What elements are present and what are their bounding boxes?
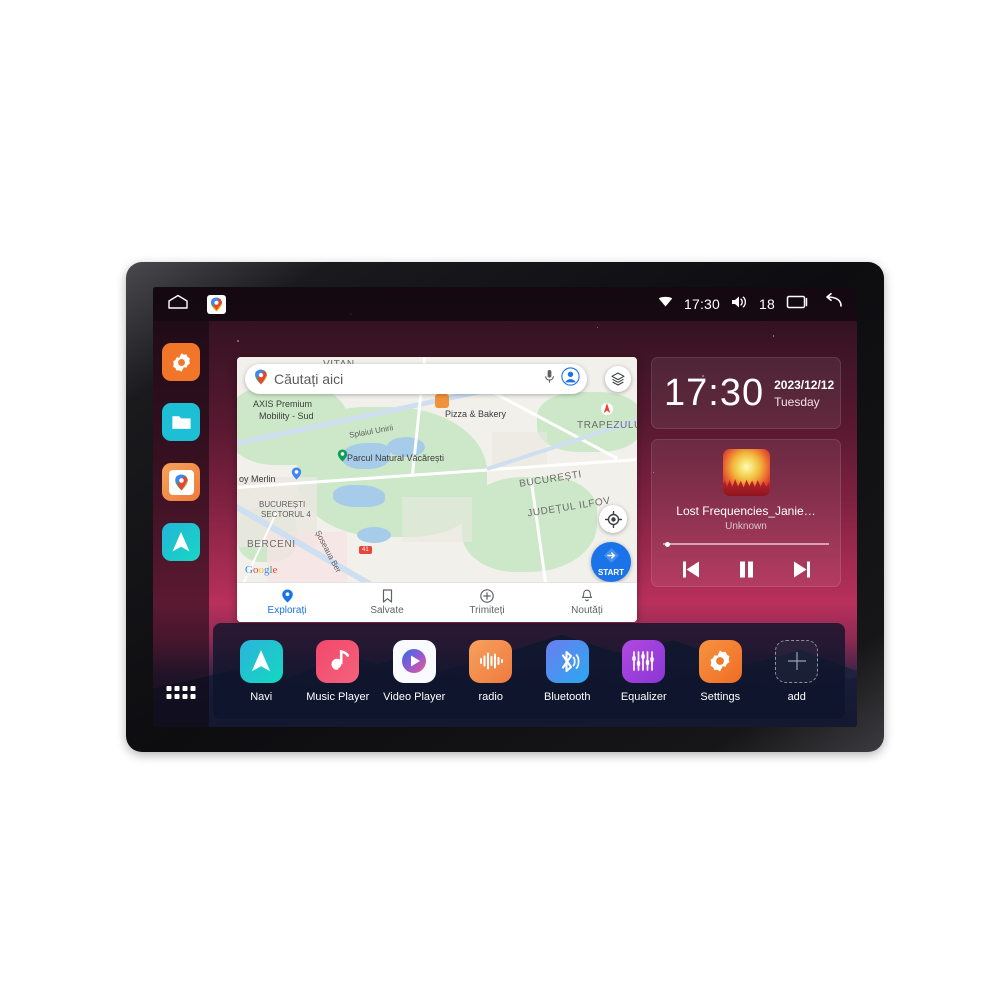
map-label: BUCUREȘTI — [259, 500, 306, 509]
recents-icon[interactable] — [786, 294, 808, 315]
clock-widget[interactable]: 17:30 2023/12/12 Tuesday — [651, 357, 841, 429]
app-grid-icon[interactable] — [166, 686, 196, 699]
screen: 17:30 18 41 AXIS Premium Mobility - Sud … — [153, 287, 857, 727]
dock-app-video-player[interactable]: Video Player — [379, 639, 449, 703]
wifi-icon — [658, 295, 673, 313]
dock-app-add[interactable]: add — [762, 639, 832, 703]
maps-pin-icon — [254, 369, 268, 390]
sidebar-item-navi[interactable] — [162, 523, 200, 561]
home-icon[interactable] — [167, 294, 189, 315]
dock-app-equalizer[interactable]: Equalizer — [609, 639, 679, 703]
map-bottom-nav: Explorați Salvate Trimiteți Noutăți — [237, 582, 637, 622]
layers-icon[interactable] — [605, 366, 631, 392]
dock-app-music-player[interactable]: Music Player — [303, 639, 373, 703]
map-nav-updates[interactable]: Noutăți — [537, 589, 637, 616]
gear-icon[interactable] — [698, 639, 742, 683]
clock-time: 17:30 — [664, 372, 765, 414]
sidebar-item-settings[interactable] — [162, 343, 200, 381]
skip-next-icon[interactable] — [792, 560, 813, 584]
dock-app-navi[interactable]: Navi — [226, 639, 296, 703]
microphone-icon[interactable] — [544, 369, 555, 389]
music-note-icon[interactable] — [316, 639, 360, 683]
plus-dashed-icon[interactable] — [775, 639, 819, 683]
dock-label: Equalizer — [620, 690, 667, 703]
track-title: Lost Frequencies_Janie… — [676, 504, 816, 518]
map-label: oy Merlin — [239, 474, 276, 484]
clock-day: Tuesday — [774, 394, 820, 409]
road-shield-badge: 41 — [359, 546, 372, 554]
map-nav-contribute[interactable]: Trimiteți — [437, 589, 537, 616]
app-dock: Navi Music Player Video Player radio Blu… — [213, 623, 845, 719]
bluetooth-icon[interactable] — [545, 639, 589, 683]
map-label: Mobility - Sud — [259, 411, 314, 421]
poi-store-marker[interactable] — [291, 467, 302, 485]
volume-value: 18 — [759, 296, 775, 312]
left-sidebar — [153, 321, 209, 727]
back-icon[interactable] — [819, 293, 843, 315]
map-nav-saved[interactable]: Salvate — [337, 589, 437, 616]
dock-label: Bluetooth — [544, 690, 591, 703]
google-maps-icon[interactable] — [207, 294, 226, 314]
volume-icon[interactable] — [731, 295, 748, 314]
navigation-diamond-icon — [603, 547, 620, 569]
dock-label: add — [787, 690, 806, 703]
map-label: Pizza & Bakery — [445, 409, 507, 419]
map-search-bar[interactable]: Căutați aici — [245, 364, 587, 394]
dock-app-radio[interactable]: radio — [456, 639, 526, 703]
status-time: 17:30 — [683, 296, 721, 312]
play-circle-icon[interactable] — [392, 639, 436, 683]
map-label: Parcul Natural Văcărești — [347, 453, 445, 463]
pause-icon[interactable] — [737, 560, 756, 584]
start-navigation-button[interactable]: START — [591, 542, 631, 582]
google-watermark: Google — [245, 564, 278, 576]
account-avatar-icon[interactable] — [561, 367, 580, 391]
dock-label: Navi — [250, 690, 273, 703]
navigation-position-marker — [601, 401, 613, 422]
dock-app-bluetooth[interactable]: Bluetooth — [532, 639, 602, 703]
map-nav-label: Explorați — [267, 605, 307, 616]
map-nav-label: Trimiteți — [469, 605, 505, 616]
album-art — [722, 449, 770, 496]
map-nav-explore[interactable]: Explorați — [237, 589, 337, 616]
music-player-widget[interactable]: Lost Frequencies_Janie… Unknown — [651, 439, 841, 587]
sidebar-item-file-manager[interactable] — [162, 403, 200, 441]
sidebar-item-google-maps[interactable] — [162, 463, 200, 501]
map-nav-label: Noutăți — [571, 605, 603, 616]
search-input[interactable]: Căutați aici — [274, 371, 538, 387]
dock-label: Settings — [700, 690, 741, 703]
google-maps-card[interactable]: 41 VITANAXIS PremiumMobility - SudPizza … — [237, 357, 637, 622]
clock-date: 2023/12/12 — [774, 377, 835, 392]
dock-app-settings[interactable]: Settings — [685, 639, 755, 703]
map-label: TRAPEZULUI — [577, 420, 637, 431]
map-label: SECTORUL 4 — [261, 510, 311, 519]
map-label: AXIS Premium — [253, 399, 313, 409]
my-location-icon[interactable] — [599, 505, 627, 533]
equalizer-sliders-icon[interactable] — [622, 639, 666, 683]
poi-restaurant-marker[interactable] — [435, 394, 449, 408]
dock-label: radio — [478, 690, 503, 703]
head-unit-device-frame: 17:30 18 41 AXIS Premium Mobility - Sud … — [126, 262, 884, 752]
track-artist: Unknown — [725, 521, 767, 532]
radio-waves-icon[interactable] — [469, 639, 513, 683]
seek-bar[interactable] — [663, 541, 829, 547]
map-nav-label: Salvate — [370, 605, 404, 616]
dock-label: Music Player — [306, 690, 370, 703]
skip-previous-icon[interactable] — [680, 560, 701, 584]
dock-label: Video Player — [383, 690, 446, 703]
start-button-label: START — [597, 568, 625, 577]
status-bar: 17:30 18 — [153, 287, 857, 321]
navigation-arrow-icon[interactable] — [239, 639, 283, 683]
map-label: BERCENI — [247, 539, 296, 550]
